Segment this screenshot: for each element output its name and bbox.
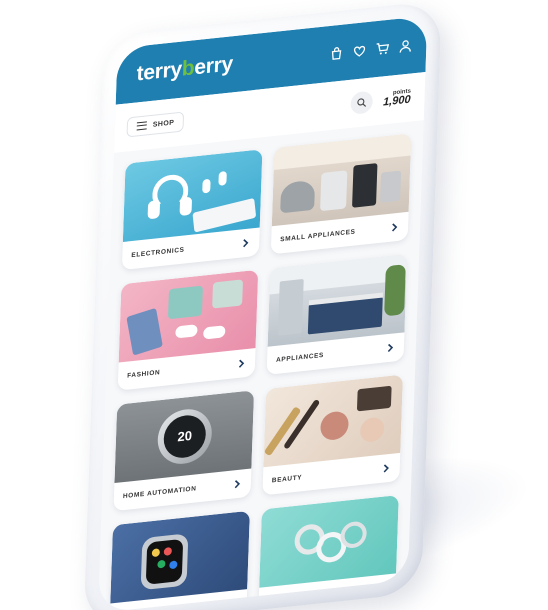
category-label: SMALL APPLIANCES [280, 227, 356, 243]
cosmetics-image [263, 374, 404, 468]
category-label: APPLIANCES [275, 351, 325, 364]
category-card-small-appliances[interactable]: SMALL APPLIANCES [270, 133, 412, 255]
subbar-right: points 1,900 [350, 86, 411, 115]
phone-device: terryberry SHOP points 1,900 ELECTRONICS… [83, 0, 442, 610]
heart-icon[interactable] [352, 43, 366, 59]
logo-part-2: erry [193, 52, 234, 80]
chevron-right-icon [389, 222, 399, 233]
category-label: BEAUTY [271, 473, 303, 484]
category-card-wearables[interactable] [109, 510, 250, 610]
category-label: HOME AUTOMATION [122, 484, 197, 500]
points-display[interactable]: points 1,900 [383, 89, 411, 110]
search-button[interactable] [350, 90, 374, 115]
logo-accent: b [181, 56, 195, 81]
category-card-fashion[interactable]: FASHION [117, 269, 259, 391]
brand-logo[interactable]: terryberry [136, 52, 233, 86]
jewelry-image [259, 495, 399, 588]
category-card-beauty[interactable]: BEAUTY [262, 374, 404, 496]
chevron-right-icon [385, 342, 395, 353]
kitchen-image [267, 253, 408, 347]
clothing-image [118, 269, 259, 363]
logo-part-1: terry [136, 57, 183, 86]
user-icon[interactable] [398, 38, 412, 54]
category-card-appliances[interactable]: APPLIANCES [266, 253, 408, 375]
search-icon [357, 98, 367, 107]
shop-label: SHOP [152, 118, 175, 129]
chevron-right-icon [240, 238, 250, 249]
points-value: 1,900 [382, 93, 411, 109]
chevron-right-icon [381, 463, 391, 474]
shop-menu-button[interactable]: SHOP [126, 111, 185, 138]
phone-screen: terryberry SHOP points 1,900 ELECTRONICS… [97, 15, 428, 610]
hamburger-icon [136, 121, 147, 131]
cart-icon[interactable] [375, 41, 390, 57]
category-card-home-automation[interactable]: 20 HOME AUTOMATION [113, 390, 255, 512]
chevron-right-icon [236, 358, 246, 369]
shopping-bag-icon[interactable] [329, 46, 343, 62]
category-card-jewelry[interactable] [258, 495, 399, 610]
chevron-right-icon [232, 479, 242, 490]
kitchen-appliances-image [271, 133, 412, 227]
smartwatch-image [110, 510, 250, 604]
category-label: FASHION [127, 368, 161, 380]
category-card-electronics[interactable]: ELECTRONICS [121, 149, 263, 271]
category-label: ELECTRONICS [131, 245, 185, 259]
header-icons [329, 38, 412, 61]
category-grid: ELECTRONICS SMALL APPLIANCES FASHION APP… [98, 120, 424, 610]
headphones-keyboard-image [122, 149, 263, 242]
stage: terryberry SHOP points 1,900 ELECTRONICS… [0, 0, 548, 610]
thermostat-image: 20 [114, 390, 255, 484]
